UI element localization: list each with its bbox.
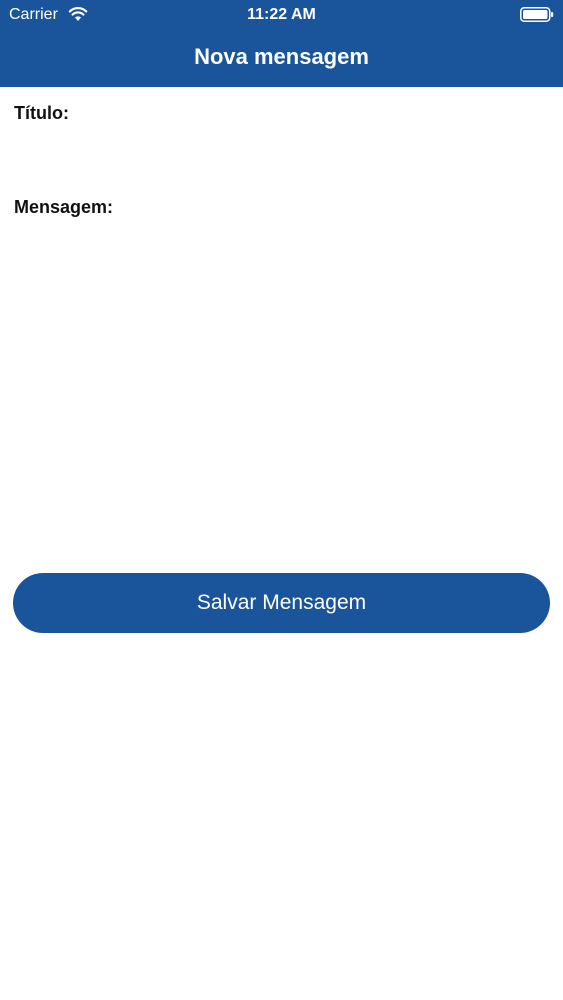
message-textarea[interactable] [14,222,549,552]
page-title: Nova mensagem [194,44,369,69]
clock-time: 11:22 AM [247,6,316,23]
battery-icon [520,7,554,22]
top-bar: Carrier 11:22 AM Nova mensagem [0,0,563,87]
title-field-label: Título: [14,103,69,123]
message-field-label: Mensagem: [14,197,114,217]
title-input[interactable] [14,128,549,168]
status-bar: Carrier 11:22 AM [0,0,563,30]
save-message-button[interactable]: Salvar Mensagem [13,573,550,633]
app-screen: Carrier 11:22 AM Nova mensagem Título: M… [0,0,563,1000]
